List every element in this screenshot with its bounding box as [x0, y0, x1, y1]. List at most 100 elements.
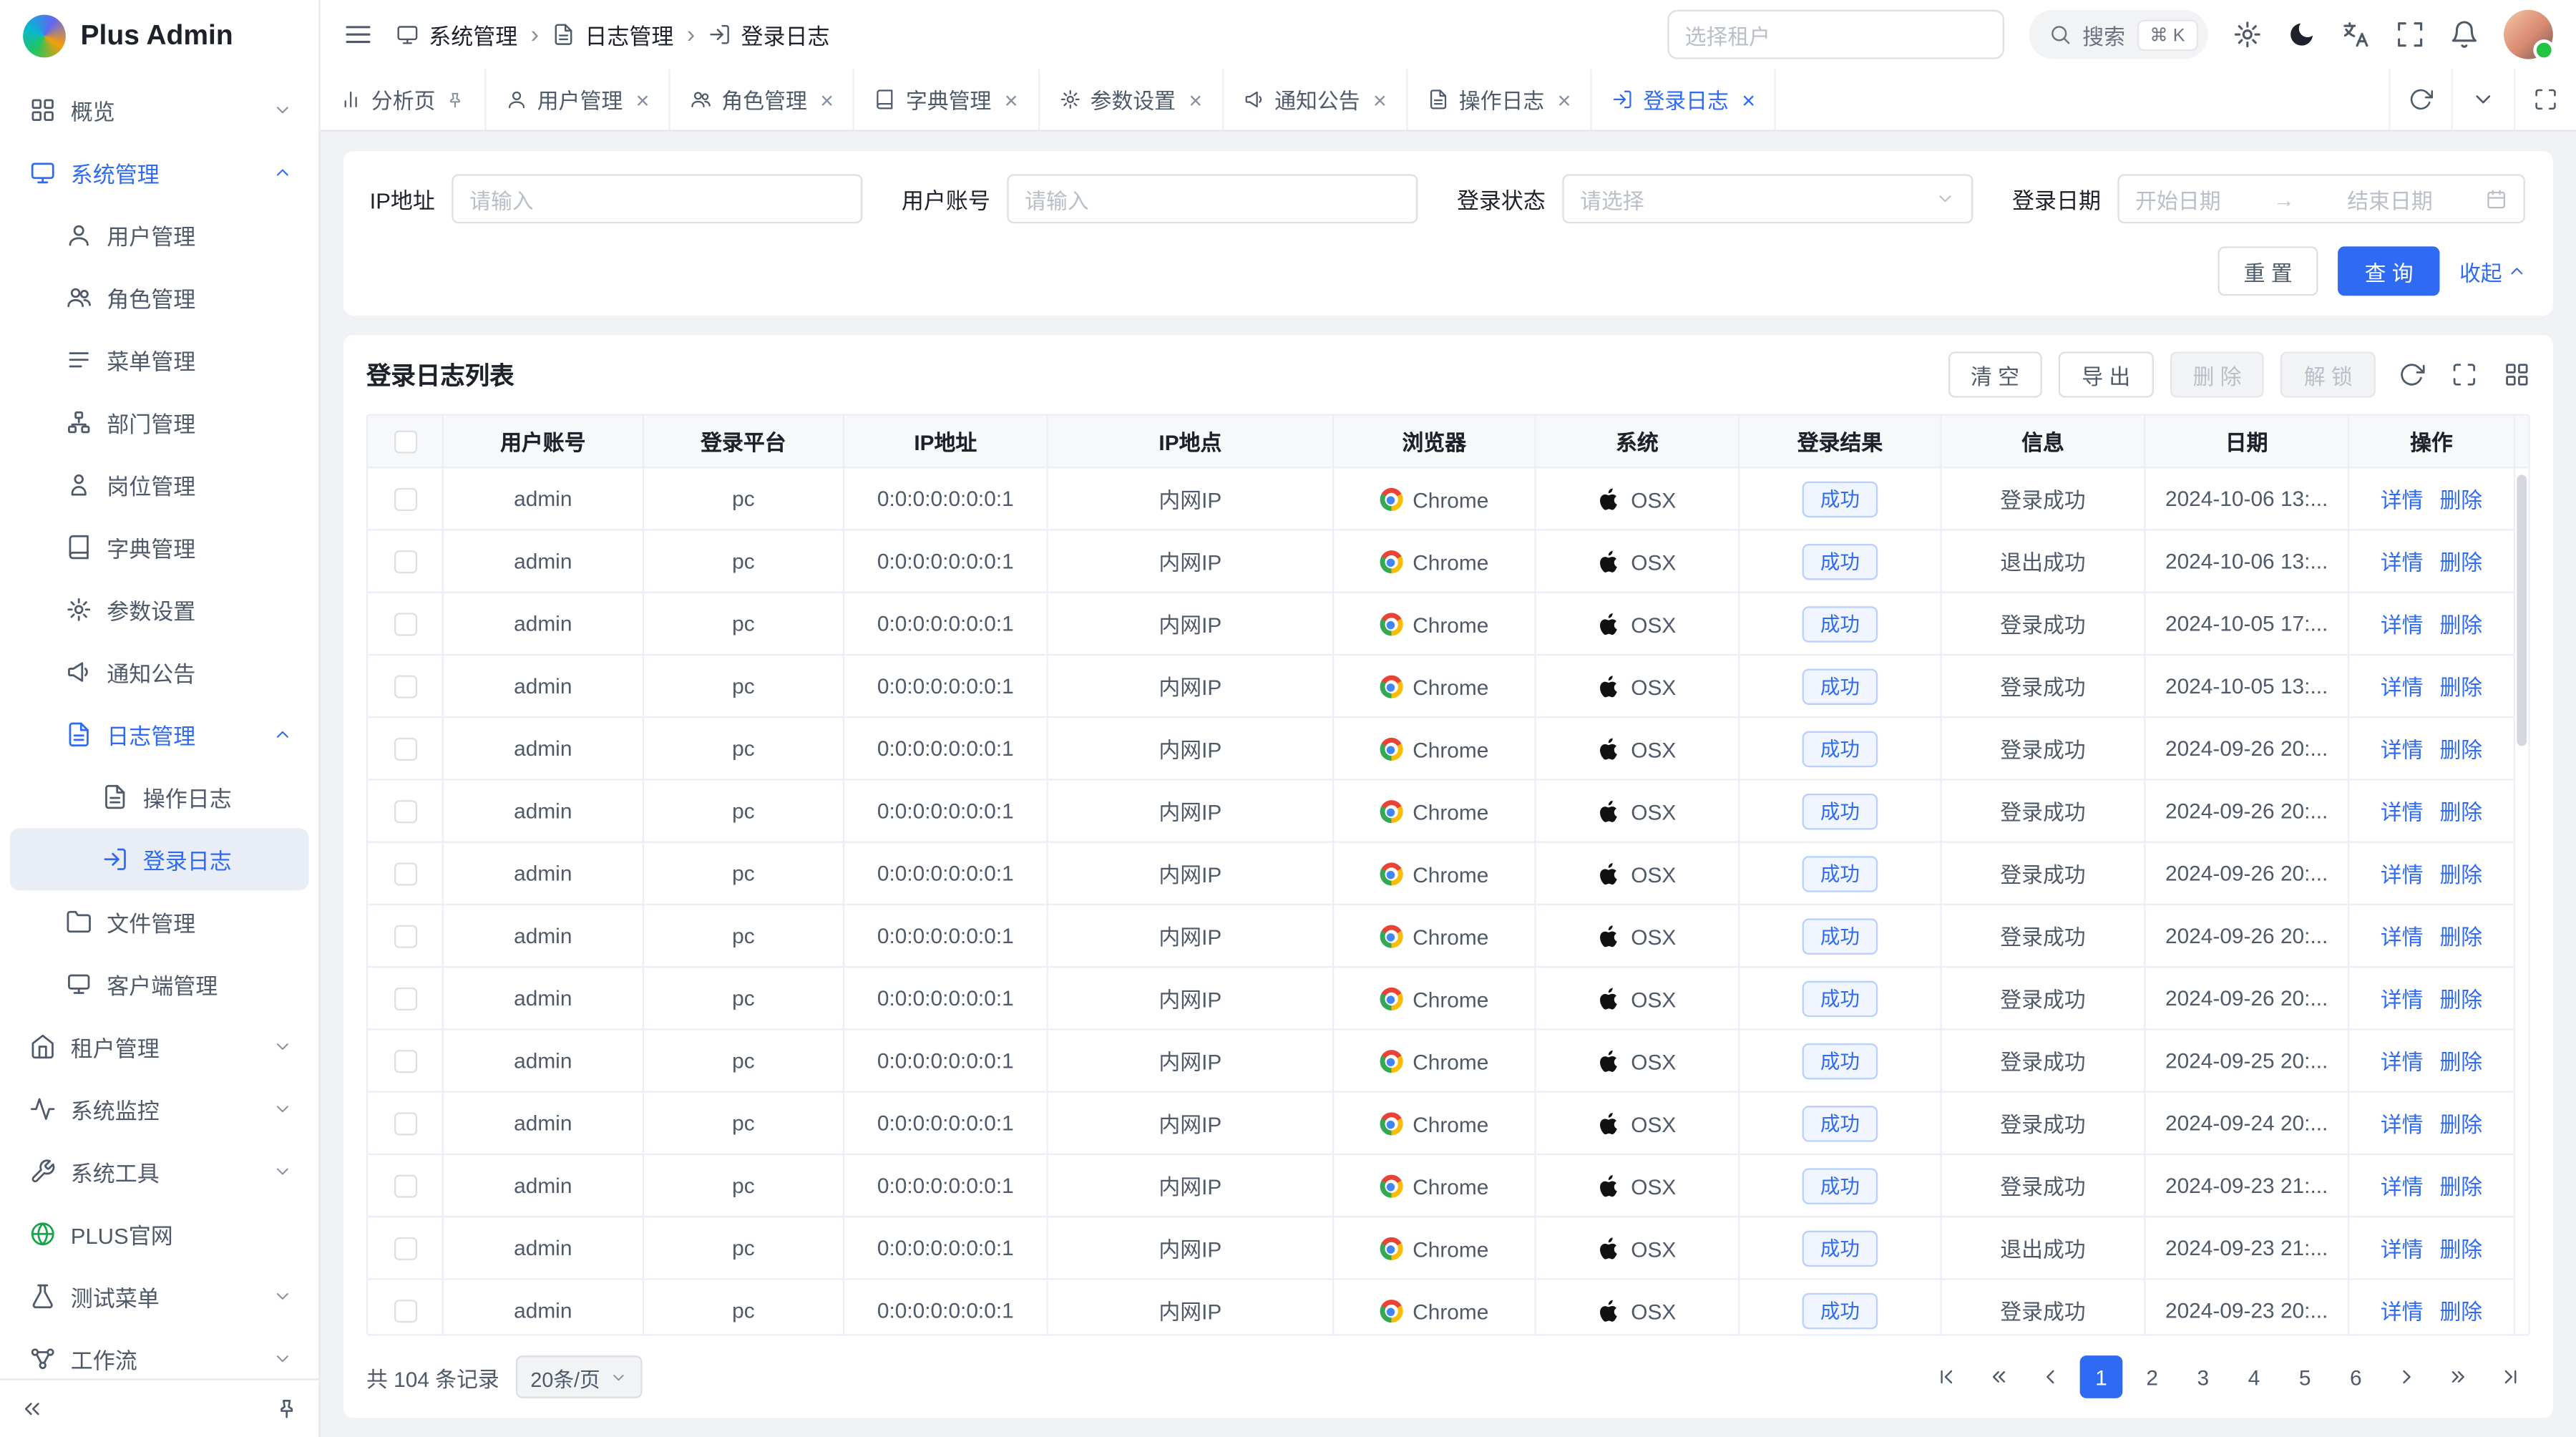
row-checkbox[interactable] [394, 676, 416, 698]
jump-back-button[interactable] [1978, 1355, 2021, 1398]
sidebar-item-system-mgmt[interactable]: 系统管理 [10, 141, 309, 203]
row-checkbox[interactable] [394, 613, 416, 636]
sidebar-item-client-mgmt[interactable]: 客户端管理 [10, 953, 309, 1015]
row-checkbox[interactable] [394, 1051, 416, 1073]
filter-input-user-account[interactable]: 请输入 [1007, 174, 1418, 223]
jump-forward-button[interactable] [2436, 1355, 2479, 1398]
sidebar-item-workflow[interactable]: 工作流 [10, 1328, 309, 1378]
table-fullscreen-icon[interactable] [2451, 361, 2478, 388]
collapse-filters-link[interactable]: 收起 [2459, 255, 2527, 287]
sidebar-item-param-settings[interactable]: 参数设置 [10, 578, 309, 640]
breadcrumb-item-log-mgmt[interactable]: 日志管理 [552, 18, 673, 51]
sidebar-item-test-menu[interactable]: 测试菜单 [10, 1265, 309, 1328]
clear-button[interactable]: 清 空 [1948, 351, 2042, 397]
sidebar-item-system-tools[interactable]: 系统工具 [10, 1140, 309, 1202]
tenant-select-input[interactable]: 选择租户 [1667, 10, 2004, 59]
last-page-button[interactable] [2487, 1355, 2530, 1398]
tab-operation-log[interactable]: 操作日志× [1408, 69, 1593, 130]
filter-input-ip-address[interactable]: 请输入 [452, 174, 862, 223]
delete-link[interactable]: 删除 [2439, 1170, 2482, 1202]
row-checkbox[interactable] [394, 988, 416, 1010]
notifications-icon[interactable] [2449, 20, 2479, 49]
table-scrollbar[interactable] [2515, 470, 2528, 1335]
sidebar-toggle-icon[interactable] [343, 20, 373, 49]
tab-login-log[interactable]: 登录日志× [1592, 69, 1777, 130]
delete-link[interactable]: 删除 [2439, 608, 2482, 639]
row-checkbox[interactable] [394, 1175, 416, 1198]
detail-link[interactable]: 详情 [2381, 795, 2424, 827]
tab-dict-mgmt[interactable]: 字典管理× [855, 69, 1040, 130]
row-checkbox[interactable] [394, 489, 416, 512]
delete-link[interactable]: 删除 [2439, 1232, 2482, 1264]
row-checkbox[interactable] [394, 801, 416, 824]
refresh-page-icon[interactable] [2409, 87, 2433, 112]
delete-link[interactable]: 删除 [2439, 857, 2482, 889]
tab-user-mgmt[interactable]: 用户管理× [487, 69, 671, 130]
row-checkbox[interactable] [394, 1237, 416, 1260]
dark-mode-icon[interactable] [2287, 20, 2316, 49]
delete-link[interactable]: 删除 [2439, 983, 2482, 1014]
page-button-6[interactable]: 6 [2335, 1355, 2378, 1398]
select-all-checkbox[interactable] [394, 431, 416, 454]
sidebar-item-system-monitor[interactable]: 系统监控 [10, 1078, 309, 1140]
row-checkbox[interactable] [394, 863, 416, 886]
tab-analysis[interactable]: 分析页 [321, 69, 487, 130]
tab-notice[interactable]: 通知公告× [1224, 69, 1408, 130]
page-size-select[interactable]: 20条/页 [516, 1355, 643, 1398]
tab-close-icon[interactable]: × [1005, 88, 1018, 111]
tab-close-icon[interactable]: × [636, 88, 650, 111]
sidebar-item-dict-mgmt[interactable]: 字典管理 [10, 516, 309, 578]
sidebar-item-log-mgmt[interactable]: 日志管理 [10, 703, 309, 766]
delete-link[interactable]: 删除 [2439, 545, 2482, 577]
reset-button[interactable]: 重 置 [2218, 246, 2318, 296]
column-settings-icon[interactable] [2504, 361, 2530, 388]
detail-link[interactable]: 详情 [2381, 733, 2424, 764]
scrollbar-thumb[interactable] [2517, 475, 2527, 746]
detail-link[interactable]: 详情 [2381, 1107, 2424, 1139]
unlock-button[interactable]: 解 锁 [2281, 351, 2376, 397]
sidebar-item-post-mgmt[interactable]: 岗位管理 [10, 454, 309, 516]
sidebar-item-operation-log[interactable]: 操作日志 [10, 766, 309, 828]
detail-link[interactable]: 详情 [2381, 671, 2424, 702]
tab-close-icon[interactable]: × [820, 88, 834, 111]
fullscreen-icon[interactable] [2395, 20, 2424, 49]
page-button-4[interactable]: 4 [2233, 1355, 2275, 1398]
query-button[interactable]: 查 询 [2338, 246, 2439, 296]
sidebar-item-dept-mgmt[interactable]: 部门管理 [10, 391, 309, 453]
global-search[interactable]: 搜索 ⌘ K [2028, 10, 2207, 59]
delete-link[interactable]: 删除 [2439, 1107, 2482, 1139]
detail-link[interactable]: 详情 [2381, 983, 2424, 1014]
tab-role-mgmt[interactable]: 角色管理× [670, 69, 855, 130]
tab-param-settings[interactable]: 参数设置× [1039, 69, 1224, 130]
tab-options-icon[interactable] [2471, 87, 2495, 112]
delete-link[interactable]: 删除 [2439, 795, 2482, 827]
sidebar-item-menu-mgmt[interactable]: 菜单管理 [10, 328, 309, 391]
tab-close-icon[interactable]: × [1189, 88, 1202, 111]
refresh-table-icon[interactable] [2399, 361, 2425, 388]
detail-link[interactable]: 详情 [2381, 608, 2424, 639]
detail-link[interactable]: 详情 [2381, 483, 2424, 515]
detail-link[interactable]: 详情 [2381, 1170, 2424, 1202]
language-icon[interactable] [2341, 20, 2371, 49]
delete-link[interactable]: 删除 [2439, 920, 2482, 952]
delete-link[interactable]: 删除 [2439, 733, 2482, 764]
detail-link[interactable]: 详情 [2381, 1045, 2424, 1076]
row-checkbox[interactable] [394, 739, 416, 761]
detail-link[interactable]: 详情 [2381, 1295, 2424, 1326]
detail-link[interactable]: 详情 [2381, 920, 2424, 952]
first-page-button[interactable] [1927, 1355, 1970, 1398]
sidebar-item-file-mgmt[interactable]: 文件管理 [10, 890, 309, 953]
delete-link[interactable]: 删除 [2439, 1045, 2482, 1076]
detail-link[interactable]: 详情 [2381, 1232, 2424, 1264]
sidebar-item-tenant-mgmt[interactable]: 租户管理 [10, 1015, 309, 1078]
filter-daterange-login-date[interactable]: 开始日期→结束日期 [2117, 174, 2524, 223]
export-button[interactable]: 导 出 [2059, 351, 2153, 397]
sidebar-item-plus-website[interactable]: PLUS官网 [10, 1203, 309, 1265]
detail-link[interactable]: 详情 [2381, 545, 2424, 577]
delete-link[interactable]: 删除 [2439, 1295, 2482, 1326]
next-page-button[interactable] [2386, 1355, 2429, 1398]
page-button-5[interactable]: 5 [2283, 1355, 2326, 1398]
row-checkbox[interactable] [394, 925, 416, 948]
settings-icon[interactable] [2233, 20, 2262, 49]
tab-close-icon[interactable]: × [1558, 88, 1571, 111]
